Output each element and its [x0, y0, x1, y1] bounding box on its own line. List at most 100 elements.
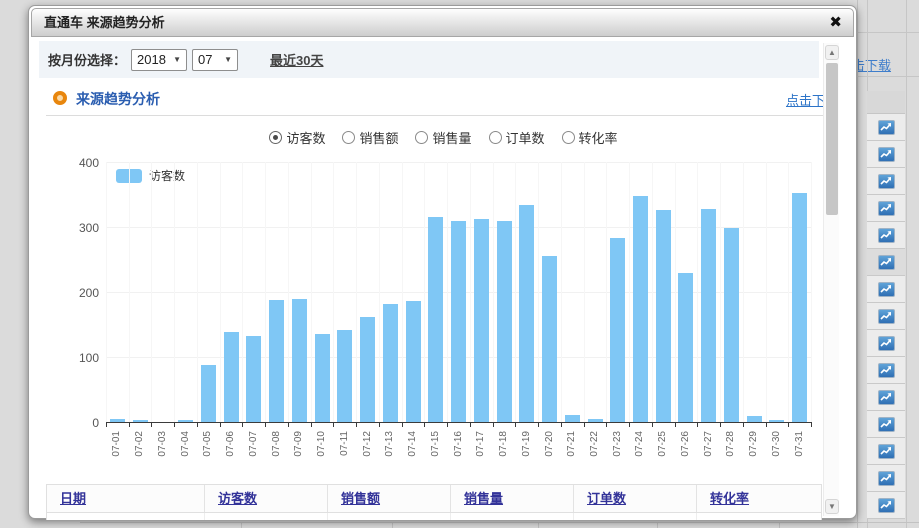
y-axis-tick-label: 400 [61, 156, 99, 170]
bar-07-04[interactable] [178, 420, 193, 422]
bar-07-17[interactable] [474, 219, 489, 422]
x-axis-tick-label: 07-25 [657, 431, 669, 471]
trend-chart-icon[interactable] [878, 471, 895, 486]
trend-chart-icon[interactable] [878, 309, 895, 324]
bar-07-08[interactable] [269, 300, 284, 422]
x-gridline [493, 162, 494, 422]
trend-chart-icon[interactable] [878, 390, 895, 405]
bar-07-01[interactable] [110, 419, 125, 422]
trend-chart-icon[interactable] [878, 201, 895, 216]
trend-chart-icon[interactable] [878, 282, 895, 297]
bar-07-31[interactable] [792, 193, 807, 422]
x-axis-tick-label: 07-30 [771, 431, 783, 471]
radio-icon[interactable] [489, 131, 502, 144]
x-gridline [584, 162, 585, 422]
radio-icon[interactable] [415, 131, 428, 144]
trend-chart-icon[interactable] [878, 498, 895, 513]
bar-07-25[interactable] [656, 210, 671, 422]
bar-07-21[interactable] [565, 415, 580, 422]
trend-chart-icon[interactable] [878, 363, 895, 378]
bar-07-27[interactable] [701, 209, 716, 422]
trend-chart-icon[interactable] [878, 444, 895, 459]
bar-07-07[interactable] [246, 336, 261, 422]
trend-chart-icon[interactable] [878, 120, 895, 135]
radio-selected-icon[interactable] [269, 131, 282, 144]
chevron-down-icon: ▼ [173, 55, 181, 64]
bar-07-22[interactable] [588, 419, 603, 422]
table-cell [205, 513, 328, 520]
bar-07-29[interactable] [747, 416, 762, 422]
bar-07-23[interactable] [610, 238, 625, 422]
bar-07-16[interactable] [451, 221, 466, 422]
trend-chart-icon[interactable] [878, 417, 895, 432]
metric-radio-3[interactable]: 销售量 [415, 128, 471, 147]
bar-07-06[interactable] [224, 332, 239, 422]
background-cell-border [538, 522, 539, 528]
bar-07-02[interactable] [133, 420, 148, 422]
metric-radio-label: 转化率 [579, 128, 618, 147]
table-sort-link[interactable]: 访客数 [218, 491, 257, 506]
table-sort-link[interactable]: 转化率 [710, 491, 749, 506]
table-sort-link[interactable]: 销售量 [464, 491, 503, 506]
x-axis-tick-label: 07-27 [703, 431, 715, 471]
trend-chart-icon[interactable] [878, 336, 895, 351]
bar-07-19[interactable] [519, 205, 534, 422]
metric-radio-4[interactable]: 订单数 [489, 128, 545, 147]
dialog-scrollbar[interactable]: ▲ ▼ [823, 43, 839, 516]
background-cell-border [392, 522, 393, 528]
metric-radio-1[interactable]: 访客数 [269, 128, 325, 147]
x-gridline [811, 162, 812, 422]
bar-07-05[interactable] [201, 365, 216, 422]
bar-07-12[interactable] [360, 317, 375, 422]
metric-radio-2[interactable]: 销售额 [342, 128, 398, 147]
recent-30-days-link[interactable]: 最近30天 [270, 50, 323, 69]
scroll-down-icon[interactable]: ▼ [825, 499, 839, 514]
metric-radio-5[interactable]: 转化率 [562, 128, 618, 147]
bar-07-20[interactable] [542, 256, 557, 422]
year-select[interactable]: 2018 ▼ [131, 49, 187, 71]
x-gridline [151, 162, 152, 422]
table-header-cell: 销售额 [328, 485, 451, 512]
x-gridline [129, 162, 130, 422]
table-cell [574, 513, 697, 520]
bar-07-10[interactable] [315, 334, 330, 422]
section-divider [46, 115, 839, 116]
radio-icon[interactable] [562, 131, 575, 144]
month-select[interactable]: 07 ▼ [192, 49, 238, 71]
scrollbar-thumb[interactable] [826, 63, 838, 215]
table-header-cell: 访客数 [205, 485, 328, 512]
x-axis-tick-label: 07-15 [430, 431, 442, 471]
scroll-up-icon[interactable]: ▲ [825, 45, 839, 60]
background-column-border [906, 0, 907, 528]
table-sort-link[interactable]: 日期 [60, 491, 86, 506]
metric-radio-label: 销售量 [432, 128, 471, 147]
x-gridline [356, 162, 357, 422]
trend-chart-icon[interactable] [878, 147, 895, 162]
bar-07-30[interactable] [769, 420, 784, 422]
bar-07-26[interactable] [678, 273, 693, 422]
trend-chart-icon[interactable] [878, 228, 895, 243]
x-axis-tick-label: 07-18 [498, 431, 510, 471]
data-table-row [46, 513, 822, 520]
background-header-cell [867, 91, 905, 114]
bar-07-18[interactable] [497, 221, 512, 422]
radio-icon[interactable] [342, 131, 355, 144]
table-sort-link[interactable]: 订单数 [587, 491, 626, 506]
bar-07-13[interactable] [383, 304, 398, 422]
table-sort-link[interactable]: 销售额 [341, 491, 380, 506]
bar-07-14[interactable] [406, 301, 421, 422]
bar-07-24[interactable] [633, 196, 648, 422]
trend-chart-icon[interactable] [878, 174, 895, 189]
x-axis-tick-label: 07-21 [566, 431, 578, 471]
trend-chart-icon[interactable] [878, 255, 895, 270]
dialog-titlebar[interactable]: 直通车 来源趋势分析 ✖ [31, 8, 854, 37]
close-icon[interactable]: ✖ [829, 9, 842, 36]
x-axis-tick-label: 07-04 [180, 431, 192, 471]
bar-07-15[interactable] [428, 217, 443, 422]
x-gridline [174, 162, 175, 422]
bar-07-09[interactable] [292, 299, 307, 422]
bar-07-28[interactable] [724, 228, 739, 422]
x-gridline [311, 162, 312, 422]
y-axis-tick-label: 100 [61, 351, 99, 365]
bar-07-11[interactable] [337, 330, 352, 422]
